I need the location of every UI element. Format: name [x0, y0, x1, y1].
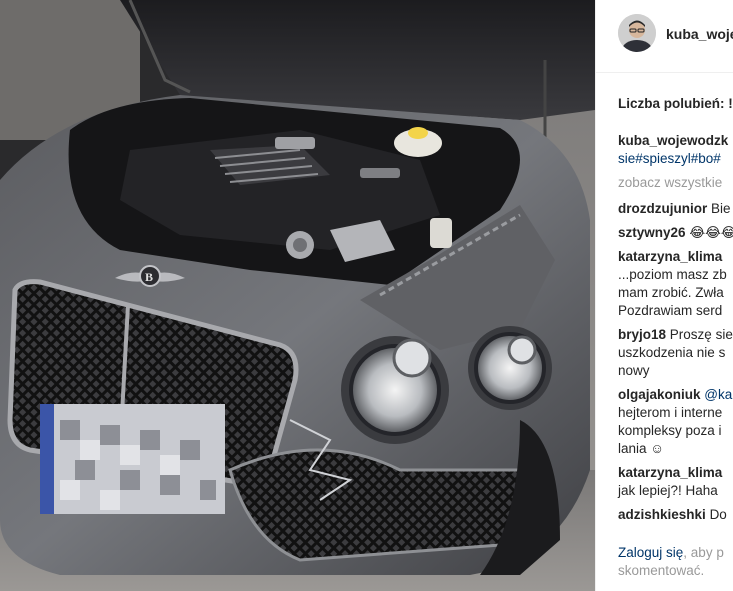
- car-photo-illustration: B: [0, 0, 595, 591]
- comment-text: Do: [709, 507, 727, 522]
- comment-username[interactable]: sztywny26: [618, 225, 686, 240]
- login-prompt-text: , aby p: [683, 545, 724, 560]
- post-sidebar: kuba_woje Liczba polubień: ! kuba_wojewo…: [595, 0, 733, 591]
- comment-text: mam zrobić. Zwła: [618, 285, 724, 300]
- comment: katarzyna_klima ...poziom masz zb mam zr…: [618, 248, 733, 320]
- comment-text: uszkodzenia nie s: [618, 345, 726, 360]
- comment: olgajakoniuk @ka hejterom i interne komp…: [618, 386, 733, 458]
- caption: kuba_wojewodzk sie#spieszyl#bo#: [618, 132, 733, 168]
- comment-text: hejterom i interne: [618, 405, 723, 420]
- comment-username[interactable]: bryjo18: [618, 327, 666, 342]
- likes-count: Liczba polubień: !: [618, 96, 733, 111]
- comment: drozdzujunior Bie: [618, 200, 733, 218]
- comment-text: Bie: [711, 201, 731, 216]
- comment: sztywny26 😂😂😂: [618, 224, 733, 242]
- comments-list: kuba_wojewodzk sie#spieszyl#bo# zobacz w…: [618, 132, 733, 530]
- comment-text: jak lepiej?! Haha: [618, 483, 718, 498]
- comment-text: Pozdrawiam serd: [618, 303, 723, 318]
- comment: adzishkieshki Do: [618, 506, 733, 524]
- comment-username[interactable]: katarzyna_klima: [618, 249, 722, 264]
- comment-username[interactable]: adzishkieshki: [618, 507, 706, 522]
- avatar[interactable]: [618, 14, 656, 52]
- comment-username[interactable]: olgajakoniuk: [618, 387, 701, 402]
- comment-text: ...poziom masz zb: [618, 267, 727, 282]
- login-link[interactable]: Zaloguj się: [618, 545, 683, 560]
- comment-text: kompleksy poza i: [618, 423, 722, 438]
- post-photo: B: [0, 0, 595, 591]
- comment-text: lania ☺: [618, 441, 665, 456]
- comment-text: Proszę sie: [669, 327, 733, 342]
- login-prompt: Zaloguj się, aby p skomentować.: [618, 544, 724, 580]
- blurred-license-plate: [40, 404, 225, 514]
- post-header: kuba_woje: [596, 0, 733, 73]
- comment-username[interactable]: drozdzujunior: [618, 201, 707, 216]
- comment-text: nowy: [618, 363, 650, 378]
- caption-hashtags[interactable]: sie#spieszyl#bo#: [618, 151, 721, 166]
- post-username[interactable]: kuba_woje: [666, 26, 733, 42]
- comment-mention[interactable]: @ka: [704, 387, 732, 402]
- comment: bryjo18 Proszę sie uszkodzenia nie s now…: [618, 326, 733, 380]
- login-prompt-text-2: skomentować.: [618, 563, 705, 578]
- svg-text:B: B: [145, 270, 153, 284]
- comment-username[interactable]: katarzyna_klima: [618, 465, 722, 480]
- caption-username[interactable]: kuba_wojewodzk: [618, 133, 728, 148]
- view-all-comments-link[interactable]: zobacz wszystkie: [618, 174, 733, 192]
- comment-text: 😂😂😂: [689, 225, 733, 240]
- comment: katarzyna_klima jak lepiej?! Haha: [618, 464, 733, 500]
- avatar-image: [618, 14, 656, 52]
